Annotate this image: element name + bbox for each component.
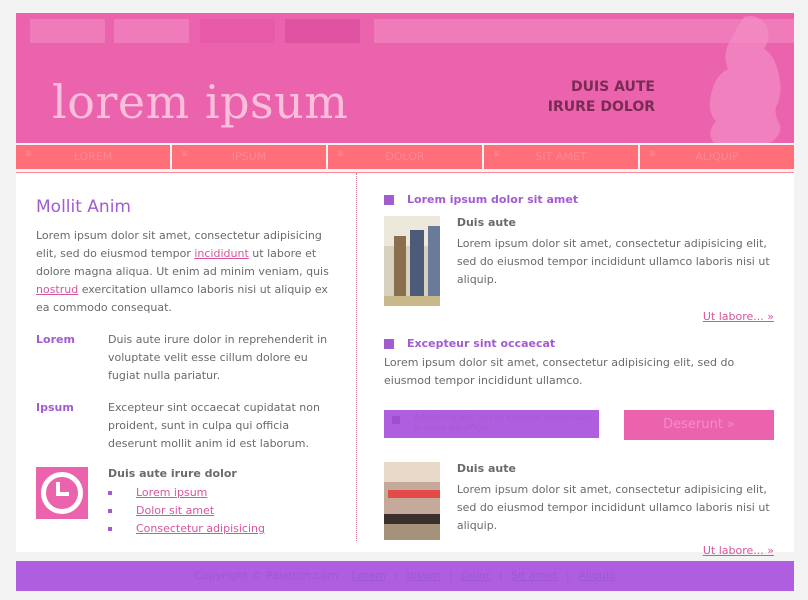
- feature-body: Lorem ipsum dolor sit amet, consectetur …: [456, 483, 770, 532]
- footer-link-aliquip[interactable]: Aliquip: [578, 569, 616, 582]
- feature-body: Lorem ipsum dolor sit amet, consectetur …: [456, 237, 770, 286]
- lorem-ipsum-link[interactable]: Lorem ipsum: [136, 486, 207, 499]
- nav-bullet-icon: [338, 151, 343, 156]
- feature-text: Duis aute Lorem ipsum dolor sit amet, co…: [457, 462, 774, 540]
- separator: |: [566, 569, 570, 582]
- definition-row: Lorem Duis aute irure dolor in reprehend…: [36, 331, 336, 385]
- section-title: Excepteur sint occaecat: [384, 337, 774, 350]
- clock-hand: [56, 492, 69, 496]
- main-navigation: LOREM IPSUM DOLOR SIT AMET ALIQUIP: [16, 145, 794, 169]
- separator: |: [498, 569, 503, 582]
- nav-item-label: IPSUM: [231, 150, 267, 163]
- clock-icon: [36, 467, 88, 519]
- square-bullet-icon: [384, 338, 394, 349]
- left-column: Mollit Anim Lorem ipsum dolor sit amet, …: [36, 173, 336, 538]
- nav-item-dolor[interactable]: DOLOR: [328, 145, 482, 169]
- definition-row: Ipsum Excepteur sint occaecat cupidatat …: [36, 399, 336, 453]
- section-title-text: Lorem ipsum dolor sit amet: [407, 193, 579, 206]
- footer-link-dolor[interactable]: Dolor: [461, 569, 491, 582]
- nav-item-label: ALIQUIP: [695, 150, 739, 163]
- crowd-photo-image[interactable]: [384, 216, 440, 306]
- main-content: Mollit Anim Lorem ipsum dolor sit amet, …: [16, 172, 794, 557]
- deserunt-button[interactable]: Deserunt »: [624, 410, 774, 440]
- copyright-text: Copyright © Paletton.com: [194, 569, 338, 582]
- top-tab-1[interactable]: [30, 19, 105, 43]
- train-photo-image[interactable]: [384, 462, 440, 540]
- feature-heading: Duis aute: [456, 216, 516, 229]
- link-list: Duis aute irure dolor Lorem ipsum Dolor …: [108, 467, 265, 538]
- incididunt-link[interactable]: incididunt: [194, 247, 248, 260]
- header-banner: lorem ipsum DUIS AUTE IRURE DOLOR: [16, 13, 794, 143]
- feature-text: Duis aute Lorem ipsum dolor sit amet, co…: [457, 216, 774, 306]
- more-link-row: Ut labore... »: [384, 310, 774, 323]
- nav-item-sit-amet[interactable]: SIT AMET: [484, 145, 638, 169]
- feature-item: Duis aute Lorem ipsum dolor sit amet, co…: [384, 216, 774, 306]
- link-list-title: Duis aute irure dolor: [108, 467, 237, 480]
- column-divider: [356, 173, 357, 541]
- list-item: Lorem ipsum: [108, 484, 265, 502]
- definition-desc: Excepteur sint occaecat cupidatat non pr…: [108, 401, 320, 450]
- nav-item-lorem[interactable]: LOREM: [16, 145, 170, 169]
- separator: |: [448, 569, 453, 582]
- header-tagline: DUIS AUTE IRURE DOLOR: [548, 77, 655, 117]
- read-more-link[interactable]: Ut labore... »: [703, 310, 774, 323]
- top-tab-2[interactable]: [114, 19, 189, 43]
- feature-item: Duis aute Lorem ipsum dolor sit amet, co…: [384, 462, 774, 540]
- brand-logo-text[interactable]: lorem ipsum: [52, 75, 348, 129]
- notice-box: Adipisicing elit, sed do eiusmod tempor …: [384, 410, 599, 438]
- nav-item-label: LOREM: [73, 150, 113, 163]
- links-block: Duis aute irure dolor Lorem ipsum Dolor …: [36, 467, 336, 538]
- consectetur-link[interactable]: Consectetur adipisicing: [136, 522, 265, 535]
- tagline-line-2: IRURE DOLOR: [547, 99, 655, 115]
- nav-item-ipsum[interactable]: IPSUM: [172, 145, 326, 169]
- intro-paragraph: Lorem ipsum dolor sit amet, consectetur …: [36, 227, 336, 317]
- nav-bullet-icon: [494, 151, 499, 156]
- square-bullet-icon: [384, 194, 394, 205]
- left-title: Mollit Anim: [36, 197, 131, 217]
- woman-silhouette-image: [709, 16, 781, 143]
- separator: |: [394, 569, 399, 582]
- section-body: Lorem ipsum dolor sit amet, consectetur …: [384, 356, 735, 387]
- nav-bullet-icon: [650, 151, 655, 156]
- footer-link-sit-amet[interactable]: Sit amet: [511, 569, 557, 582]
- nav-item-label: SIT AMET: [535, 150, 587, 163]
- top-tab-3[interactable]: [200, 19, 275, 43]
- section-title: Lorem ipsum dolor sit amet: [384, 193, 774, 206]
- notice-icon: [392, 416, 400, 424]
- nav-bullet-icon: [182, 151, 187, 156]
- notice-text: Adipisicing elit, sed do eiusmod tempor …: [414, 413, 593, 432]
- nav-item-aliquip[interactable]: ALIQUIP: [640, 145, 794, 169]
- list-item: Consectetur adipisicing: [108, 520, 265, 538]
- read-more-link[interactable]: Ut labore... »: [703, 544, 774, 557]
- cta-row: Adipisicing elit, sed do eiusmod tempor …: [384, 410, 774, 440]
- feature-heading: Duis aute: [456, 462, 516, 475]
- section-title-text: Excepteur sint occaecat: [407, 337, 556, 350]
- intro-text-3: exercitation ullamco laboris nisi ut ali…: [36, 283, 328, 314]
- right-column: Lorem ipsum dolor sit amet Duis aute Lor…: [384, 173, 774, 557]
- footer: Copyright © Paletton.com Lorem | Ipsum |…: [16, 561, 794, 591]
- top-tab-4[interactable]: [285, 19, 360, 43]
- more-link-row: Ut labore... »: [384, 544, 774, 557]
- definition-desc: Duis aute irure dolor in reprehenderit i…: [108, 333, 328, 382]
- list-item: Dolor sit amet: [108, 502, 265, 520]
- definition-term: Lorem: [36, 333, 75, 346]
- tagline-line-1: DUIS AUTE: [570, 79, 655, 95]
- definition-term: Ipsum: [36, 401, 74, 414]
- nostrud-link[interactable]: nostrud: [36, 283, 78, 296]
- nav-item-label: DOLOR: [385, 150, 425, 163]
- dolor-sit-amet-link[interactable]: Dolor sit amet: [136, 504, 214, 517]
- footer-link-ipsum[interactable]: Ipsum: [407, 569, 441, 582]
- footer-link-lorem[interactable]: Lorem: [351, 569, 385, 582]
- nav-bullet-icon: [26, 151, 31, 156]
